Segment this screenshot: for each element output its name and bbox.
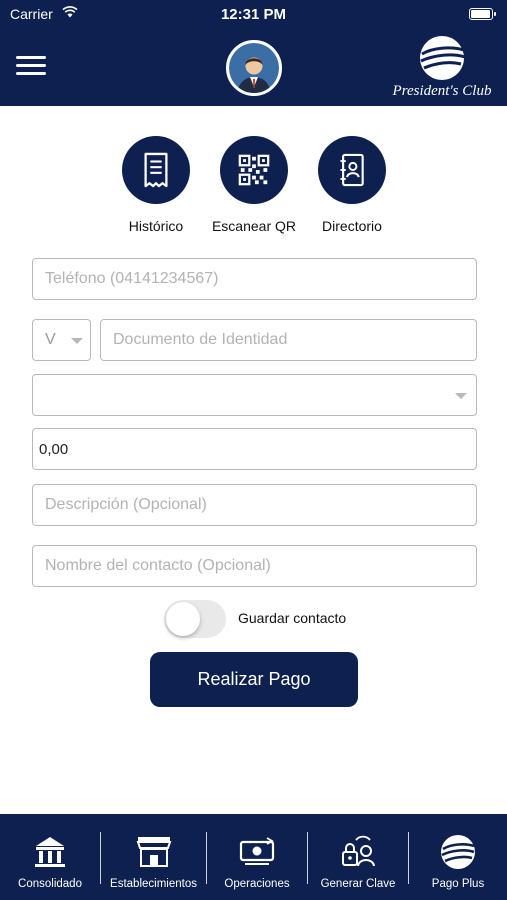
- shortcut-label: Histórico: [128, 218, 184, 234]
- toggle-knob: [166, 602, 200, 636]
- description-placeholder: Descripción (Opcional): [45, 496, 207, 513]
- bank-select[interactable]: [32, 374, 477, 416]
- shortcut-label: Directorio: [322, 218, 382, 234]
- nav-operaciones[interactable]: Operaciones: [207, 814, 307, 900]
- document-field[interactable]: Documento de Identidad: [100, 319, 477, 361]
- clock: 12:31 PM: [220, 6, 287, 23]
- status-bar: Carrier 12:31 PM: [0, 0, 507, 28]
- shortcut-directorio[interactable]: Directorio: [297, 136, 407, 234]
- logo-text: President's Club: [392, 83, 492, 99]
- presidents-club-logo: President's Club: [388, 34, 496, 102]
- save-contact-label: Guardar contacto: [238, 610, 347, 626]
- doc-type-value: V: [45, 331, 56, 348]
- shortcut-label: Escanear QR: [211, 218, 297, 234]
- nav-consolidado[interactable]: Consolidado: [0, 814, 100, 900]
- app-header: Carrier 12:31 PM President's Club: [0, 0, 507, 106]
- nav-label: Pago Plus: [431, 878, 485, 890]
- phone-placeholder: Teléfono (04141234567): [45, 270, 219, 287]
- nav-pago-plus[interactable]: Pago Plus: [409, 814, 507, 900]
- nav-establecimientos[interactable]: Establecimientos: [101, 814, 206, 900]
- nav-label: Operaciones: [224, 878, 290, 890]
- bank-icon: [35, 837, 65, 867]
- nav-generar-clave[interactable]: Generar Clave: [308, 814, 408, 900]
- description-field[interactable]: Descripción (Opcional): [32, 484, 477, 526]
- save-contact-toggle[interactable]: [164, 600, 226, 638]
- storefront-icon: [136, 837, 171, 867]
- key-user-icon: [342, 835, 375, 867]
- doc-type-select[interactable]: V: [32, 319, 91, 361]
- chevron-down-icon: [71, 338, 83, 344]
- presidents-club-logo-icon: [441, 835, 475, 869]
- user-avatar-icon: [229, 43, 279, 93]
- shortcut-escanear-qr[interactable]: Escanear QR: [199, 136, 309, 234]
- hamburger-menu-icon[interactable]: [16, 56, 46, 76]
- phone-field[interactable]: Teléfono (04141234567): [32, 258, 477, 300]
- amount-field[interactable]: 0,00: [32, 428, 477, 470]
- document-placeholder: Documento de Identidad: [113, 331, 288, 348]
- shortcut-historico[interactable]: Histórico: [101, 136, 211, 234]
- pay-button[interactable]: Realizar Pago: [150, 652, 358, 707]
- battery-icon: [469, 8, 496, 20]
- logo-globe-icon: [420, 36, 466, 80]
- contact-name-field[interactable]: Nombre del contacto (Opcional): [32, 545, 477, 587]
- nav-label: Generar Clave: [320, 878, 396, 890]
- amount-value: 0,00: [39, 440, 69, 458]
- contacts-book-icon: [318, 136, 386, 204]
- nav-label: Consolidado: [18, 878, 82, 890]
- avatar[interactable]: [226, 40, 282, 96]
- contact-name-placeholder: Nombre del contacto (Opcional): [45, 557, 271, 574]
- bottom-nav: Consolidado Establecimientos Operaciones: [0, 814, 507, 900]
- receipt-icon: [122, 136, 190, 204]
- qr-code-icon: [220, 136, 288, 204]
- nav-label: Establecimientos: [110, 878, 197, 890]
- cash-icon: [239, 837, 275, 865]
- chevron-down-icon: [455, 393, 467, 399]
- battery-level: [471, 10, 490, 18]
